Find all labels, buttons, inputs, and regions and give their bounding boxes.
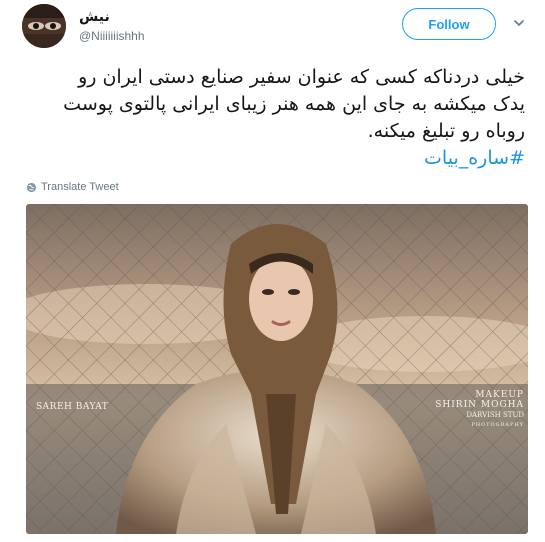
tweet-text: خیلی دردناکه کسی که عنوان سفیر صنایع دست… — [25, 64, 525, 172]
chevron-down-icon[interactable] — [512, 16, 526, 30]
translate-tweet-link[interactable]: Translate Tweet — [26, 181, 119, 193]
author-display-name[interactable]: نیش — [79, 9, 110, 25]
hashtag-link[interactable]: #ساره_بیات — [25, 145, 525, 172]
watermark-right-line: DARVISH STUD — [466, 411, 524, 419]
follow-button[interactable]: Follow — [402, 8, 496, 40]
avatar[interactable] — [22, 4, 66, 48]
watermark-right-line: SHIRIN MOGHA — [435, 400, 524, 410]
tweet-text-line: روباه رو تبلیغ میکنه. — [367, 120, 525, 142]
globe-icon — [26, 182, 37, 192]
photo — [26, 204, 528, 534]
watermark-right-line: MAKEUP — [475, 390, 524, 400]
tweet-text-line: یدک میکشه به جای این همه هنر زیبای ایران… — [63, 93, 525, 115]
author-handle[interactable]: @Niiiiiiishhh — [79, 29, 145, 43]
watermark-left: SAREH BAYAT — [36, 402, 109, 412]
translate-label: Translate Tweet — [41, 181, 119, 193]
tweet-media-image[interactable]: SAREH BAYAT MAKEUP SHIRIN MOGHA DARVISH … — [26, 204, 528, 534]
tweet-text-line: خیلی دردناکه کسی که عنوان سفیر صنایع دست… — [78, 66, 525, 88]
tweet-header: نیش @Niiiiiiishhh Follow — [0, 0, 545, 56]
watermark-right: MAKEUP SHIRIN MOGHA DARVISH STUD PHOTOGR… — [435, 390, 524, 430]
watermark-right-line: PHOTOGRAPHY — [471, 422, 524, 428]
